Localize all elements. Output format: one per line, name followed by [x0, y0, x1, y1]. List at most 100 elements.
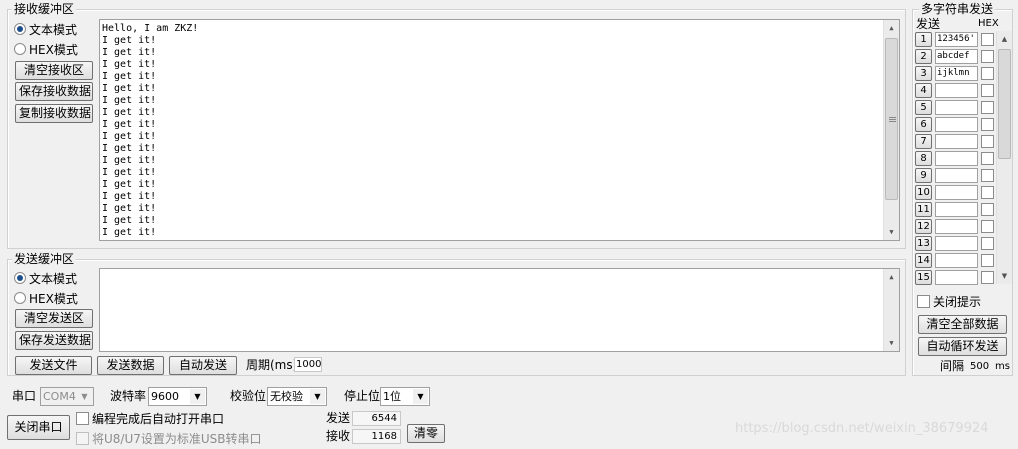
usb-setting-label: 将U8/U7设置为标准USB转串口	[92, 431, 262, 446]
send-scrollbar[interactable]: ▲ ▼	[883, 269, 899, 351]
scroll-up-icon[interactable]: ▲	[884, 269, 899, 285]
multi-hex-checkbox[interactable]	[981, 33, 994, 46]
multi-string-row: 4	[915, 83, 995, 99]
multi-string-input[interactable]	[935, 253, 978, 268]
port-select[interactable]: COM4 ▼	[40, 387, 94, 406]
receive-line: I get it!	[102, 119, 157, 130]
chevron-down-icon: ▼	[77, 389, 92, 404]
multi-send-button[interactable]: 3	[915, 66, 932, 81]
multi-string-scrollbar[interactable]: ▲ ▼	[996, 31, 1012, 284]
multi-string-input[interactable]	[935, 185, 978, 200]
multi-send-button[interactable]: 1	[915, 32, 932, 47]
scroll-down-icon[interactable]: ▼	[884, 335, 899, 351]
multi-hex-checkbox[interactable]	[981, 169, 994, 182]
grip-line	[889, 121, 896, 122]
close-hint-label: 关闭提示	[933, 294, 982, 309]
multi-hex-checkbox[interactable]	[981, 271, 994, 284]
receive-scrollbar[interactable]: ▲ ▼	[883, 20, 899, 240]
multi-send-button[interactable]: 10	[915, 185, 932, 200]
clear-send-button[interactable]: 清空发送区	[15, 309, 93, 328]
scroll-up-icon[interactable]: ▲	[997, 31, 1012, 47]
baud-select-value: 9600	[151, 390, 179, 403]
scroll-down-icon[interactable]: ▼	[884, 224, 899, 240]
chevron-down-icon: ▼	[413, 389, 428, 404]
multi-send-button[interactable]: 7	[915, 134, 932, 149]
multi-string-row: 14	[915, 253, 995, 269]
period-label-text: 周期(ms)	[246, 358, 298, 372]
scroll-up-icon[interactable]: ▲	[884, 20, 899, 36]
multi-scroll-thumb[interactable]	[998, 49, 1011, 159]
multi-string-input[interactable]	[935, 168, 978, 183]
multi-string-input[interactable]	[935, 202, 978, 217]
parity-select-value: 无校验	[270, 390, 303, 403]
stop-bits-select[interactable]: 1位 ▼	[380, 387, 430, 406]
multi-hex-checkbox[interactable]	[981, 254, 994, 267]
scroll-down-icon[interactable]: ▼	[997, 268, 1012, 284]
multi-send-button[interactable]: 9	[915, 168, 932, 183]
multi-string-input[interactable]: 123456'	[935, 32, 978, 47]
multi-string-input[interactable]	[935, 236, 978, 251]
multi-hex-checkbox[interactable]	[981, 237, 994, 250]
interval-value[interactable]: 500	[970, 359, 989, 375]
auto-open-checkbox[interactable]: 编程完成后自动打开串口	[76, 410, 224, 426]
clear-all-data-button[interactable]: 清空全部数据	[918, 315, 1007, 334]
multi-string-row: 1 123456'	[915, 32, 995, 48]
multi-string-input[interactable]	[935, 219, 978, 234]
parity-select[interactable]: 无校验 ▼	[267, 387, 327, 406]
watermark-text: https://blog.csdn.net/weixin_38679924	[735, 421, 989, 436]
multi-string-input[interactable]	[935, 100, 978, 115]
receive-text-content: Hello, I am ZKZ! I get it! I get it! I get …	[100, 20, 899, 239]
close-port-button[interactable]: 关闭串口	[7, 415, 70, 440]
grip-line	[889, 117, 896, 118]
multi-send-button[interactable]: 13	[915, 236, 932, 251]
clear-count-button[interactable]: 清零	[407, 424, 445, 443]
multi-send-button[interactable]: 2	[915, 49, 932, 64]
multi-hex-checkbox[interactable]	[981, 203, 994, 216]
multi-string-input[interactable]: ijklmn	[935, 66, 978, 81]
multi-send-button[interactable]: 14	[915, 253, 932, 268]
receive-textarea[interactable]: Hello, I am ZKZ! I get it! I get it! I get …	[99, 19, 900, 241]
multi-hex-checkbox[interactable]	[981, 152, 994, 165]
auto-loop-send-button[interactable]: 自动循环发送	[918, 337, 1007, 356]
multi-hex-checkbox[interactable]	[981, 50, 994, 63]
save-receive-button[interactable]: 保存接收数据	[15, 82, 93, 101]
sent-count-label: 发送	[326, 411, 351, 425]
multi-send-button[interactable]: 4	[915, 83, 932, 98]
send-hex-mode-radio[interactable]: HEX模式	[14, 290, 78, 306]
send-textarea[interactable]: ▲ ▼	[99, 268, 900, 352]
multi-string-input[interactable]: abcdef	[935, 49, 978, 64]
multi-send-button[interactable]: 6	[915, 117, 932, 132]
multi-hex-checkbox[interactable]	[981, 84, 994, 97]
multi-string-input[interactable]	[935, 134, 978, 149]
multi-string-input[interactable]	[935, 151, 978, 166]
clear-receive-button[interactable]: 清空接收区	[15, 61, 93, 80]
multi-string-input[interactable]	[935, 117, 978, 132]
multi-send-button[interactable]: 12	[915, 219, 932, 234]
send-data-button[interactable]: 发送数据	[97, 356, 164, 375]
multi-send-button[interactable]: 15	[915, 270, 932, 285]
auto-send-button[interactable]: 自动发送	[169, 356, 237, 375]
receive-hex-mode-radio[interactable]: HEX模式	[14, 41, 78, 57]
stop-bits-select-value: 1位	[383, 390, 401, 403]
multi-hex-checkbox[interactable]	[981, 101, 994, 114]
multi-hex-checkbox[interactable]	[981, 118, 994, 131]
multi-string-input[interactable]	[935, 270, 978, 285]
copy-receive-button[interactable]: 复制接收数据	[15, 104, 93, 123]
period-input[interactable]: 1000	[294, 357, 322, 372]
multi-hex-checkbox[interactable]	[981, 67, 994, 80]
receive-scroll-thumb[interactable]	[885, 38, 898, 200]
multi-hex-checkbox[interactable]	[981, 186, 994, 199]
send-file-button[interactable]: 发送文件	[15, 356, 92, 375]
multi-hex-checkbox[interactable]	[981, 135, 994, 148]
multi-send-button[interactable]: 5	[915, 100, 932, 115]
multi-string-row: 10	[915, 185, 995, 201]
send-text-mode-radio[interactable]: 文本模式	[14, 270, 77, 286]
receive-text-mode-radio[interactable]: 文本模式	[14, 21, 77, 37]
close-hint-checkbox[interactable]: 关闭提示	[917, 293, 981, 309]
multi-send-button[interactable]: 8	[915, 151, 932, 166]
multi-hex-checkbox[interactable]	[981, 220, 994, 233]
multi-string-input[interactable]	[935, 83, 978, 98]
multi-send-button[interactable]: 11	[915, 202, 932, 217]
save-send-button[interactable]: 保存发送数据	[15, 331, 93, 350]
baud-select[interactable]: 9600 ▼	[148, 387, 207, 406]
